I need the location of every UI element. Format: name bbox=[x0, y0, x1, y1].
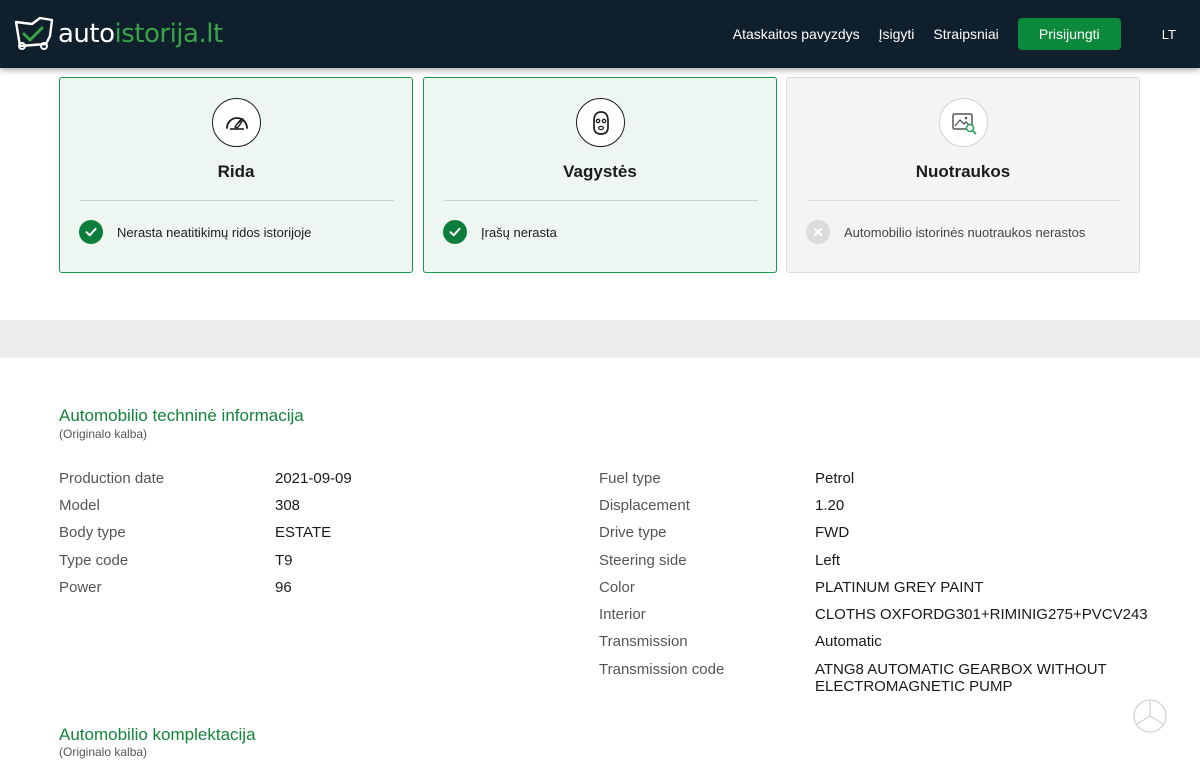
spec-label-production-date: Production date bbox=[59, 470, 165, 487]
card-theft: Vagystės Įrašų nerasta bbox=[423, 77, 777, 273]
spec-label-fuel-type: Fuel type bbox=[599, 470, 661, 487]
card-divider bbox=[444, 200, 758, 201]
spec-label-transmission: Transmission bbox=[599, 633, 688, 650]
nav-link-report-example[interactable]: Ataskaitos pavyzdys bbox=[733, 26, 860, 42]
card-title-mileage: Rida bbox=[217, 162, 255, 181]
brand-text-auto: auto bbox=[58, 19, 115, 49]
spec-label-displacement: Displacement bbox=[599, 497, 690, 514]
check-icon bbox=[443, 220, 467, 244]
spec-label-steering-side: Steering side bbox=[599, 552, 687, 569]
spec-label-interior: Interior bbox=[599, 606, 646, 623]
spec-label-body-type: Body type bbox=[59, 524, 126, 541]
spec-label-color: Color bbox=[599, 579, 635, 596]
spec-value-transmission: Automatic bbox=[815, 633, 882, 650]
section-separator bbox=[0, 320, 1200, 358]
card-divider bbox=[807, 200, 1121, 201]
tech-info-subtitle: (Originalo kalba) bbox=[59, 427, 148, 441]
spec-value-type-code: T9 bbox=[275, 552, 293, 569]
card-status-text: Nerasta neatitikimų ridos istorijoje bbox=[117, 224, 312, 240]
watermark-logo-icon bbox=[1133, 699, 1167, 733]
main-nav: Ataskaitos pavyzdys Įsigyti Straipsniai … bbox=[733, 0, 1200, 68]
top-header: autoistorija.lt Ataskaitos pavyzdys Įsig… bbox=[0, 0, 1200, 68]
card-photos: Nuotraukos Automobilio istorinės nuotrau… bbox=[786, 77, 1140, 273]
check-icon bbox=[79, 220, 103, 244]
language-selector[interactable]: LT bbox=[1162, 27, 1176, 42]
spec-label-model: Model bbox=[59, 497, 100, 514]
tech-info-title: Automobilio techninė informacija bbox=[59, 406, 304, 425]
brand-logo[interactable]: autoistorija.lt bbox=[12, 14, 223, 54]
spec-value-fuel-type: Petrol bbox=[815, 470, 855, 487]
spec-value-body-type: ESTATE bbox=[275, 524, 332, 541]
spec-value-transmission-code: ATNG8 AUTOMATIC GEARBOX WITHOUT ELECTROM… bbox=[815, 661, 1107, 695]
card-status-theft: Įrašų nerasta bbox=[443, 220, 557, 244]
nav-link-buy[interactable]: Įsigyti bbox=[879, 26, 915, 42]
spec-value-interior: CLOTHS OXFORDG301+RIMINIG275+PVCV243 bbox=[815, 606, 1148, 623]
spec-value-color: PLATINUM GREY PAINT bbox=[815, 579, 984, 596]
card-divider bbox=[80, 200, 394, 201]
spec-label-drive-type: Drive type bbox=[599, 524, 667, 541]
spec-value-steering-side: Left bbox=[815, 552, 841, 569]
spec-value-displacement: 1.20 bbox=[815, 497, 845, 514]
nav-link-articles[interactable]: Straipsniai bbox=[933, 26, 998, 42]
card-mileage: Rida Nerasta neatitikimų ridos istorijoj… bbox=[59, 77, 413, 273]
card-status-text: Įrašų nerasta bbox=[481, 224, 557, 240]
spec-label-power: Power bbox=[59, 579, 102, 596]
spec-value-model: 308 bbox=[275, 497, 301, 514]
spec-label-type-code: Type code bbox=[59, 552, 129, 569]
spec-label-transmission-code: Transmission code bbox=[599, 661, 725, 678]
equipment-subtitle: (Originalo kalba) bbox=[59, 745, 148, 759]
spec-value-drive-type: FWD bbox=[815, 524, 850, 541]
card-title-theft: Vagystės bbox=[563, 162, 637, 181]
spec-value-power: 96 bbox=[275, 579, 292, 596]
spec-value-production-date: 2021-09-09 bbox=[275, 470, 352, 487]
thief-mask-icon bbox=[576, 98, 625, 147]
card-title-photos: Nuotraukos bbox=[915, 162, 1011, 181]
equipment-title: Automobilio komplektacija bbox=[59, 725, 256, 744]
car-history-logo-icon bbox=[14, 16, 54, 50]
close-icon bbox=[806, 220, 830, 244]
card-status-text: Automobilio istorinės nuotraukos nerasto… bbox=[844, 224, 1086, 240]
card-status-photos: Automobilio istorinės nuotraukos nerasto… bbox=[806, 220, 1085, 244]
photo-search-icon bbox=[939, 98, 988, 147]
card-status-mileage: Nerasta neatitikimų ridos istorijoje bbox=[79, 220, 311, 244]
brand-text-istorija: istorija.lt bbox=[114, 19, 224, 49]
speedometer-icon bbox=[212, 98, 261, 147]
login-button[interactable]: Prisijungti bbox=[1017, 18, 1121, 50]
